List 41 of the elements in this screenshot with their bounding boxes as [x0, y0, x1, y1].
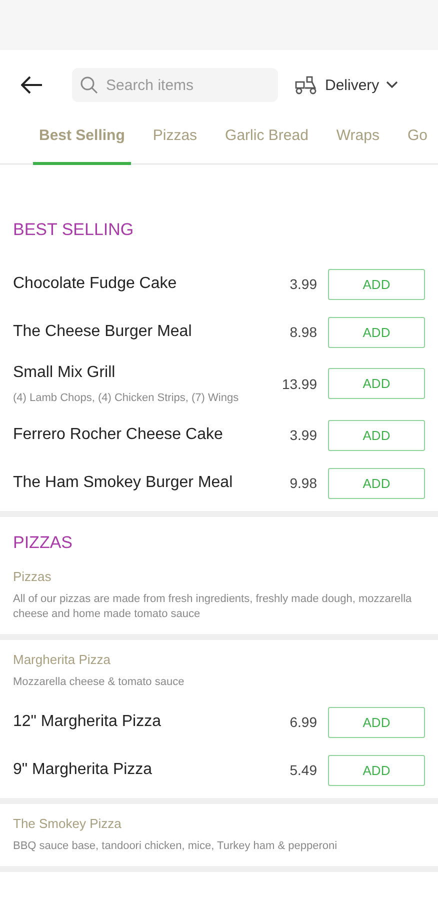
- item-name: Chocolate Fudge Cake: [13, 274, 178, 294]
- group-heading: Margherita Pizza: [13, 651, 112, 669]
- back-arrow-icon[interactable]: [21, 76, 43, 94]
- search-field[interactable]: Search items: [72, 68, 278, 102]
- item-name: The Cheese Burger Meal: [13, 322, 193, 342]
- item-name: Small Mix Grill: [13, 363, 116, 383]
- item-price: 5.49: [288, 762, 317, 778]
- category-tab[interactable]: Go: [402, 120, 434, 165]
- add-button[interactable]: ADD: [328, 754, 425, 786]
- item-price: 3.99: [288, 427, 317, 443]
- add-button[interactable]: ADD: [328, 468, 425, 498]
- item-name: 9" Margherita Pizza: [13, 760, 154, 780]
- item-name: Ferrero Rocher Cheese Cake: [13, 425, 224, 445]
- group-description: All of our pizzas are made from fresh ingredients, freshly made dough, mozzarella cheese and home made tomato sauce: [13, 592, 413, 622]
- group-description: Mozzarella cheese & tomato sauce: [13, 675, 186, 690]
- group-heading: Pizzas: [13, 568, 52, 586]
- add-button[interactable]: ADD: [328, 706, 425, 738]
- category-tab[interactable]: Wraps: [330, 120, 386, 165]
- item-price: 9.98: [288, 475, 317, 491]
- item-price: 8.98: [288, 324, 317, 340]
- item-name: The Ham Smokey Burger Meal: [13, 473, 234, 493]
- chevron-down-icon: [386, 81, 398, 89]
- category-tab[interactable]: Pizzas: [146, 120, 204, 165]
- section-title: PIZZAS: [13, 532, 74, 554]
- delivery-selector[interactable]: Delivery: [294, 75, 398, 95]
- item-price: 6.99: [288, 714, 317, 730]
- item-description: (4) Lamb Chops, (4) Chicken Strips, (7) Wings: [13, 391, 240, 406]
- add-button[interactable]: ADD: [328, 368, 425, 399]
- group-description: BBQ sauce base, tandoori chicken, mice, Turkey ham & pepperoni: [13, 839, 338, 854]
- scooter-icon: [294, 75, 318, 95]
- category-tab[interactable]: Best Selling: [33, 120, 131, 165]
- search-icon: [80, 76, 98, 94]
- add-button[interactable]: ADD: [328, 268, 425, 300]
- group-heading: The Smokey Pizza: [13, 815, 122, 833]
- item-price: 13.99: [280, 376, 317, 392]
- item-price: 3.99: [288, 276, 317, 292]
- add-button[interactable]: ADD: [328, 420, 425, 450]
- category-tab[interactable]: Garlic Bread: [219, 120, 314, 165]
- item-name: 12" Margherita Pizza: [13, 712, 162, 732]
- section-title: BEST SELLING: [13, 219, 135, 241]
- add-button[interactable]: ADD: [328, 316, 425, 348]
